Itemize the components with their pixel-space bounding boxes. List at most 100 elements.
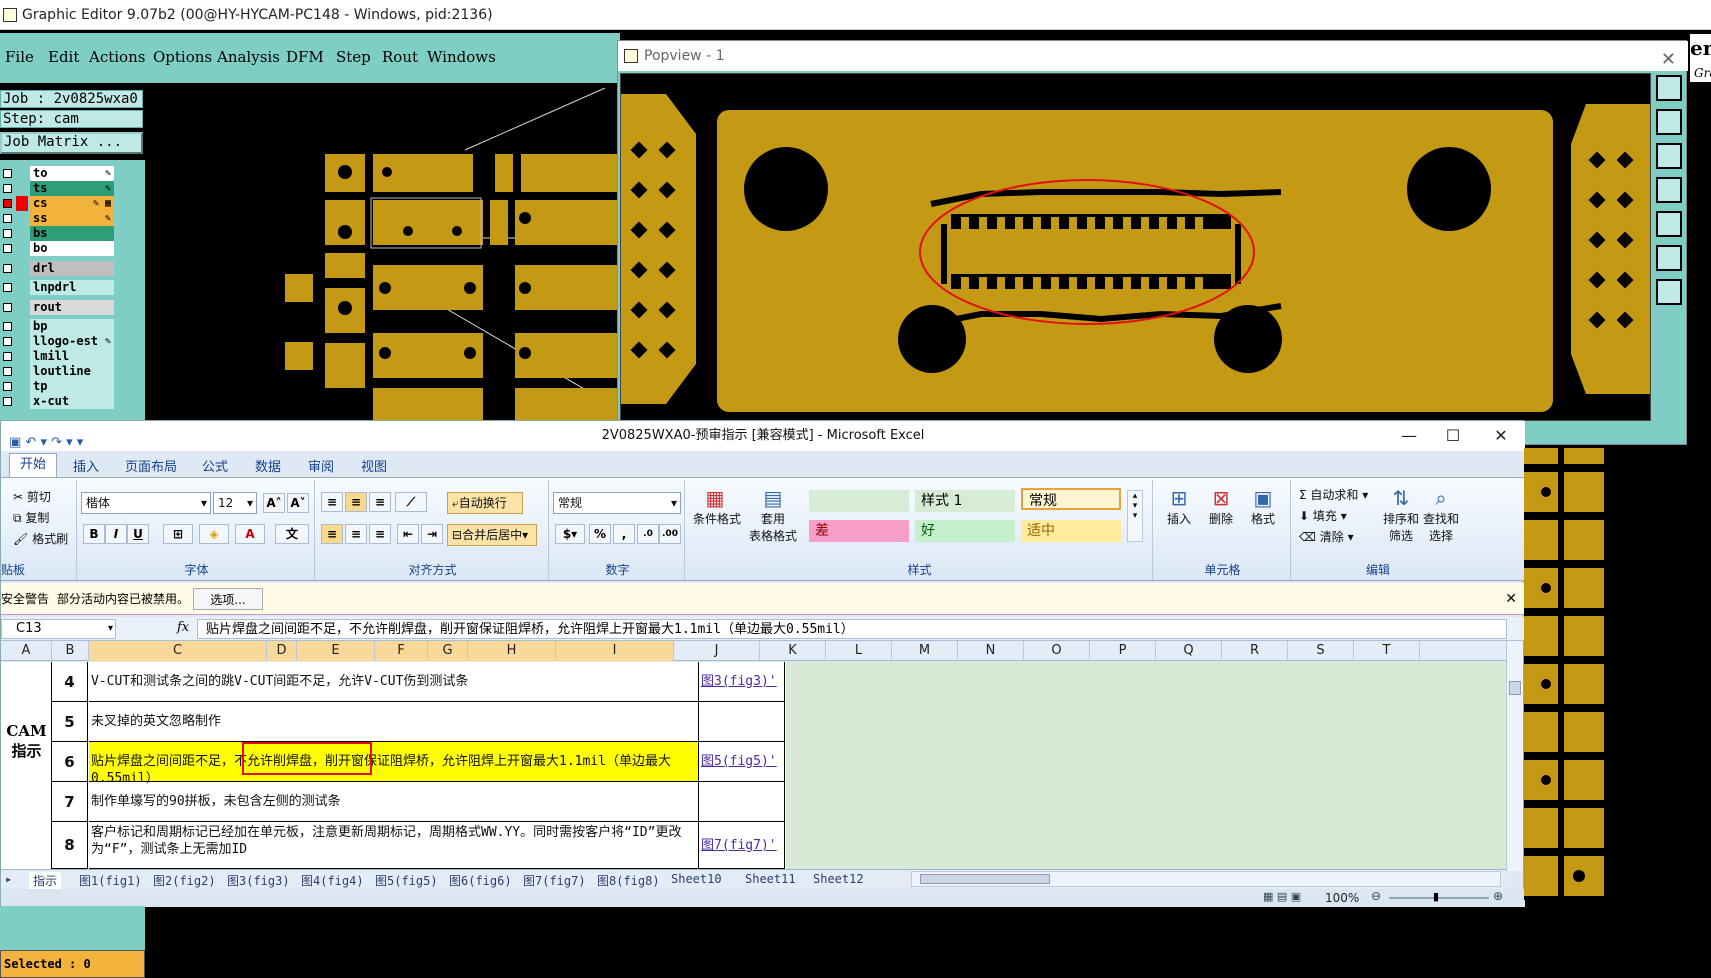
sheet-tab[interactable]: 指示 xyxy=(29,872,62,889)
sheet-tab[interactable]: 图6(fig6) xyxy=(449,872,512,889)
style-bad[interactable]: 差 xyxy=(809,520,909,542)
layer-checkbox[interactable] xyxy=(3,184,12,193)
increase-indent-button[interactable]: ⇥ xyxy=(421,524,443,544)
number-format-combo[interactable]: 常规 ▾ xyxy=(553,492,681,514)
close-warning-icon[interactable]: ✕ xyxy=(1505,583,1517,615)
layer-row-llogo-est[interactable]: llogo-est ✎ xyxy=(0,334,115,349)
tab-view[interactable]: 视图 xyxy=(361,456,387,475)
layer-row-ts[interactable]: ts ✎ xyxy=(0,181,115,196)
layer-name[interactable]: x-cut xyxy=(30,394,114,409)
border-button[interactable]: ⊞ xyxy=(163,524,193,544)
decrease-decimal-button[interactable]: .00 xyxy=(659,524,681,544)
tab-insert[interactable]: 插入 xyxy=(73,456,99,475)
accounting-format-button[interactable]: $▾ xyxy=(555,524,585,544)
bold-button[interactable]: B xyxy=(83,524,105,544)
formula-input[interactable]: 贴片焊盘之间间距不足，不允许削焊盘，削开窗保证阻焊桥，允许阻焊上开窗最大1.1m… xyxy=(197,619,1507,639)
phonetic-button[interactable]: 文 xyxy=(275,524,309,544)
layer-checkbox[interactable] xyxy=(3,367,12,376)
style-blank[interactable] xyxy=(809,490,909,512)
layer-name[interactable]: tp xyxy=(30,379,114,394)
layer-checkbox[interactable] xyxy=(3,169,12,178)
column-header-f[interactable]: F xyxy=(375,641,428,661)
zoom-fit-icon[interactable] xyxy=(1656,245,1682,271)
format-painter-button[interactable]: 🖌 格式刷 xyxy=(13,530,68,547)
column-header-j[interactable]: J xyxy=(674,641,760,661)
layer-name[interactable]: lmill xyxy=(30,349,114,364)
tab-data[interactable]: 数据 xyxy=(255,456,281,475)
instruction-cell[interactable]: 未叉掉的英文忽略制作 xyxy=(89,702,699,742)
maximize-button[interactable]: ☐ xyxy=(1433,421,1473,451)
increase-decimal-button[interactable]: .0 xyxy=(637,524,659,544)
align-right-button[interactable]: ≡ xyxy=(369,524,391,544)
board-canvas[interactable] xyxy=(145,88,617,420)
menu-options[interactable]: Options xyxy=(153,48,212,66)
hscroll-thumb[interactable] xyxy=(920,874,1050,884)
vertical-scrollbar[interactable] xyxy=(1506,641,1523,871)
autosum-button[interactable]: Σ 自动求和 ▾ xyxy=(1299,486,1368,503)
delete-cells-button[interactable]: ⊠ 删除 xyxy=(1203,486,1239,527)
popview-close-button[interactable]: ✕ xyxy=(1661,45,1676,75)
column-header-d[interactable]: D xyxy=(267,641,297,661)
sheet-tab[interactable]: 图7(fig7) xyxy=(523,872,586,889)
column-header-n[interactable]: N xyxy=(958,641,1024,661)
column-header-c[interactable]: C xyxy=(89,641,267,661)
instruction-cell[interactable]: 客户标记和周期标记已经加在单元板，注意更新周期标记，周期格式WW.YY。同时需按… xyxy=(89,822,699,869)
percent-button[interactable]: % xyxy=(589,524,611,544)
layer-row-to[interactable]: to ✎ xyxy=(0,166,115,181)
instruction-cell[interactable]: 制作单壕写的90拼板，未包含左侧的测试条 xyxy=(89,782,699,822)
copy-button[interactable]: ⧉ 复制 xyxy=(13,509,49,526)
comma-button[interactable]: , xyxy=(613,524,635,544)
layer-row-cs[interactable]: cs ✎ ▦ xyxy=(0,196,115,211)
tab-home[interactable]: 开始 xyxy=(9,453,57,477)
cut-button[interactable]: ✂ 剪切 xyxy=(13,488,51,505)
sheet-tab[interactable]: Sheet12 xyxy=(813,872,864,886)
layer-name[interactable]: rout xyxy=(30,300,114,315)
style-normal[interactable]: 常规 xyxy=(1021,488,1121,510)
menu-analysis[interactable]: Analysis xyxy=(217,48,280,66)
sheet-tab[interactable]: Sheet11 xyxy=(745,872,796,886)
column-header-k[interactable]: K xyxy=(760,641,826,661)
column-header-q[interactable]: Q xyxy=(1156,641,1222,661)
layer-checkbox[interactable] xyxy=(3,283,12,292)
row-number[interactable]: 6 xyxy=(52,742,88,782)
column-header-e[interactable]: E xyxy=(297,641,375,661)
font-name-combo[interactable]: 楷体 ▾ xyxy=(81,492,211,514)
column-header-p[interactable]: P xyxy=(1090,641,1156,661)
decrease-indent-button[interactable]: ⇤ xyxy=(397,524,419,544)
figure-link-cell[interactable]: 图3(fig3)' xyxy=(699,662,785,702)
merge-center-button[interactable]: ⊟合并后居中▾ xyxy=(447,524,537,546)
italic-button[interactable]: I xyxy=(105,524,127,544)
insert-function-button[interactable]: fx xyxy=(177,620,189,635)
zoom-level[interactable]: 100% xyxy=(1325,891,1359,905)
menu-actions[interactable]: Actions xyxy=(89,48,145,66)
view-buttons[interactable]: ▦ ▤ ▣ xyxy=(1263,890,1301,903)
fill-color-button[interactable]: ◈ xyxy=(199,524,229,544)
column-header-i[interactable]: I xyxy=(556,641,674,661)
layer-name[interactable]: to ✎ xyxy=(30,166,114,181)
layer-row-bs[interactable]: bs xyxy=(0,226,115,241)
instruction-cell[interactable]: V-CUT和测试条之间的跳V-CUT间距不足，允许V-CUT伤到测试条 xyxy=(89,662,699,702)
layer-row-ss[interactable]: ss ✎ xyxy=(0,211,115,226)
menu-dfm[interactable]: DFM xyxy=(286,48,324,66)
zoom-window-icon[interactable] xyxy=(1656,75,1682,101)
menu-edit[interactable]: Edit xyxy=(48,48,79,66)
instruction-cell[interactable]: 贴片焊盘之间间距不足，不允许削焊盘，削开窗保证阻焊桥，允许阻焊上开窗最大1.1m… xyxy=(89,742,699,786)
sheet-tab[interactable]: 图8(fig8) xyxy=(597,872,660,889)
row-number[interactable]: 8 xyxy=(52,822,88,869)
minimize-button[interactable]: — xyxy=(1389,421,1429,451)
styles-more-button[interactable]: ▴ ▾ ▾ xyxy=(1127,490,1143,542)
style-neutral[interactable]: 适中 xyxy=(1021,520,1121,542)
horizontal-scrollbar[interactable] xyxy=(911,871,1501,887)
sheet-tab[interactable]: 图1(fig1) xyxy=(79,872,142,889)
zoom-out-icon[interactable]: ⊖ xyxy=(1371,889,1381,903)
close-button[interactable]: ✕ xyxy=(1481,421,1521,451)
popview-canvas[interactable] xyxy=(620,73,1651,421)
style-good[interactable]: 好 xyxy=(915,520,1015,542)
menu-file[interactable]: File xyxy=(5,48,34,66)
format-cells-button[interactable]: ▣ 格式 xyxy=(1245,486,1281,527)
row-number[interactable]: 7 xyxy=(52,782,88,822)
layer-row-rout[interactable]: rout xyxy=(0,300,115,315)
worksheet-grid[interactable]: CAM 指示 4 V-CUT和测试条之间的跳V-CUT间距不足，允许V-CUT伤到… xyxy=(1,662,1506,869)
align-middle-button[interactable]: ≡ xyxy=(345,492,367,512)
column-header-l[interactable]: L xyxy=(826,641,892,661)
